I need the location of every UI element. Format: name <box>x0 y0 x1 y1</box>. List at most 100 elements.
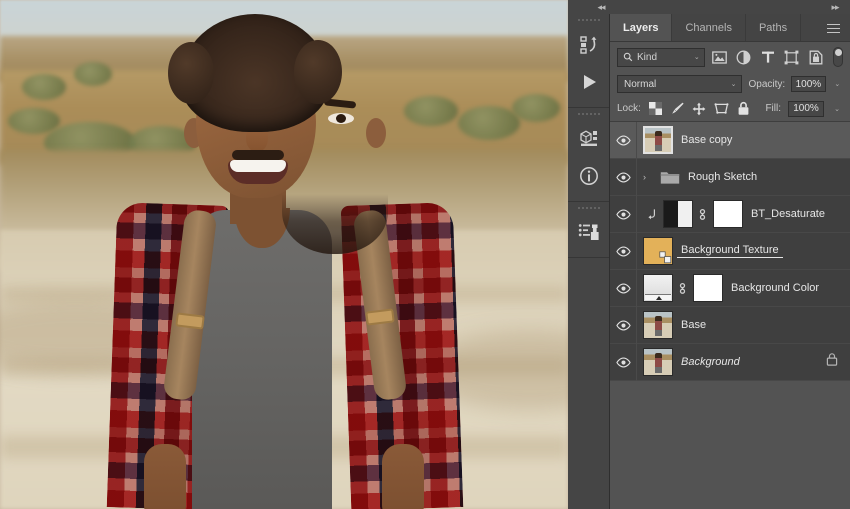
opacity-label: Opacity: <box>748 78 786 90</box>
lock-all-icon[interactable] <box>736 101 751 117</box>
rail-group-3d-info <box>568 108 609 202</box>
filter-pixel-layers-icon[interactable] <box>711 47 729 67</box>
table-row[interactable]: Base copy <box>610 121 850 159</box>
lock-label: Lock: <box>617 103 641 114</box>
layer-thumbnail[interactable] <box>663 200 693 228</box>
filter-smart-objects-icon[interactable] <box>807 47 825 67</box>
actions-panel-icon[interactable] <box>568 63 610 101</box>
eye-icon <box>615 209 631 219</box>
layer-thumbnail[interactable] <box>643 274 673 302</box>
photo-hair <box>168 14 342 132</box>
fill-input[interactable]: 100% <box>788 100 824 117</box>
clone-source-panel-icon[interactable] <box>568 213 610 251</box>
layer-thumbnail[interactable] <box>643 348 673 376</box>
layers-panel: Layers Channels Paths Kind ⌄ Normal ⌄ Op… <box>610 14 850 509</box>
layer-visibility-toggle[interactable] <box>610 121 637 159</box>
layer-name[interactable]: Base <box>673 319 706 331</box>
filter-enable-toggle[interactable] <box>832 47 843 67</box>
lock-artboard-nesting-icon[interactable] <box>714 101 729 117</box>
link-icon[interactable] <box>698 207 708 222</box>
history-panel-icon[interactable] <box>568 25 610 63</box>
fill-label: Fill: <box>765 103 781 114</box>
layer-name[interactable]: BT_Desaturate <box>743 208 825 220</box>
hamburger-menu-icon[interactable] <box>824 14 842 42</box>
blend-mode-dropdown[interactable]: Normal ⌄ <box>617 75 743 93</box>
opacity-stepper-icon[interactable]: ⌄ <box>832 80 843 88</box>
photo-eye-right <box>328 113 354 124</box>
clipping-mask-icon <box>647 208 658 220</box>
right-dock: ◂◂ ▸▸ Layers Channels Paths Kind ⌄ Norma… <box>568 0 850 509</box>
layer-visibility-toggle[interactable] <box>610 343 637 381</box>
collapse-panels-left-icon[interactable]: ◂◂ <box>590 0 612 14</box>
layer-mask-thumbnail[interactable] <box>713 200 743 228</box>
lock-position-icon[interactable] <box>692 101 707 117</box>
rail-drag-handle[interactable] <box>568 202 609 213</box>
layer-name[interactable]: Rough Sketch <box>680 171 757 183</box>
expand-panels-right-icon[interactable]: ▸▸ <box>824 0 846 14</box>
lock-transparent-pixels-icon[interactable] <box>648 101 663 117</box>
layer-name-edit-field[interactable]: Background Texture <box>677 244 783 258</box>
photo-ear-right <box>366 118 386 148</box>
canvas-document-area[interactable] <box>0 0 568 509</box>
layer-visibility-toggle[interactable] <box>610 232 637 270</box>
photoshop-window: ◂◂ ▸▸ Layers Channels Paths Kind ⌄ Norma… <box>0 0 850 509</box>
dock-title-bar: ◂◂ ▸▸ <box>568 0 850 14</box>
layer-name[interactable]: Background <box>673 356 740 368</box>
photo-bush <box>22 74 66 100</box>
tab-channels[interactable]: Channels <box>672 14 746 41</box>
filter-kind-label: Kind <box>637 51 658 63</box>
layer-thumbnail[interactable] <box>643 126 673 154</box>
photo-bush <box>74 62 112 86</box>
folder-icon <box>660 169 680 185</box>
layer-filter-row: Kind ⌄ <box>610 42 850 72</box>
group-disclosure-icon[interactable]: › <box>643 172 654 182</box>
eye-icon <box>615 357 631 367</box>
table-row[interactable]: BT_Desaturate <box>610 195 850 233</box>
opacity-input[interactable]: 100% <box>791 76 826 92</box>
tab-layers[interactable]: Layers <box>610 14 673 41</box>
rail-drag-handle[interactable] <box>568 14 609 25</box>
layer-list: Base copy › Rough Sketch BT_Desaturate B… <box>610 121 850 381</box>
photo-mustache <box>232 150 284 160</box>
layer-thumbnail[interactable] <box>643 311 673 339</box>
photo-bush <box>512 94 560 122</box>
layer-thumbnail[interactable] <box>643 237 673 265</box>
layer-name[interactable]: Base copy <box>673 134 732 146</box>
tab-paths[interactable]: Paths <box>746 14 802 41</box>
layer-name[interactable]: Background Color <box>723 282 819 294</box>
info-panel-icon[interactable] <box>568 157 610 195</box>
photo-mouth <box>228 160 288 184</box>
layer-visibility-toggle[interactable] <box>610 269 637 307</box>
photo-arm-right <box>382 444 424 509</box>
lock-image-pixels-icon[interactable] <box>670 101 685 117</box>
filter-kind-dropdown[interactable]: Kind ⌄ <box>617 47 705 67</box>
eye-icon <box>615 172 631 182</box>
table-row[interactable]: › Rough Sketch <box>610 158 850 196</box>
layer-visibility-toggle[interactable] <box>610 306 637 344</box>
link-icon[interactable] <box>678 281 688 296</box>
3d-panel-icon[interactable] <box>568 119 610 157</box>
eye-icon <box>615 283 631 293</box>
table-row[interactable]: Background Color <box>610 269 850 307</box>
chevron-down-icon: ⌄ <box>730 81 737 88</box>
layer-mask-thumbnail[interactable] <box>693 274 723 302</box>
table-row[interactable]: Background <box>610 343 850 381</box>
photo-arm-left <box>144 444 186 509</box>
search-icon <box>623 52 633 62</box>
rail-drag-handle[interactable] <box>568 108 609 119</box>
filter-type-layers-icon[interactable] <box>759 47 777 67</box>
rail-group-clone-source <box>568 202 609 258</box>
eye-icon <box>615 246 631 256</box>
filter-adjustment-layers-icon[interactable] <box>735 47 753 67</box>
photo-subject-person <box>106 14 464 509</box>
panel-tab-bar: Layers Channels Paths <box>610 14 850 42</box>
blend-mode-row: Normal ⌄ Opacity: 100% ⌄ <box>610 72 850 96</box>
table-row[interactable]: Base <box>610 306 850 344</box>
chevron-down-icon: ⌄ <box>693 54 700 61</box>
filter-shape-layers-icon[interactable] <box>783 47 801 67</box>
fill-stepper-icon[interactable]: ⌄ <box>831 105 843 113</box>
layer-visibility-toggle[interactable] <box>610 158 637 196</box>
layer-visibility-toggle[interactable] <box>610 195 637 233</box>
table-row[interactable]: Background Texture <box>610 232 850 270</box>
layer-locked-icon <box>826 353 838 372</box>
